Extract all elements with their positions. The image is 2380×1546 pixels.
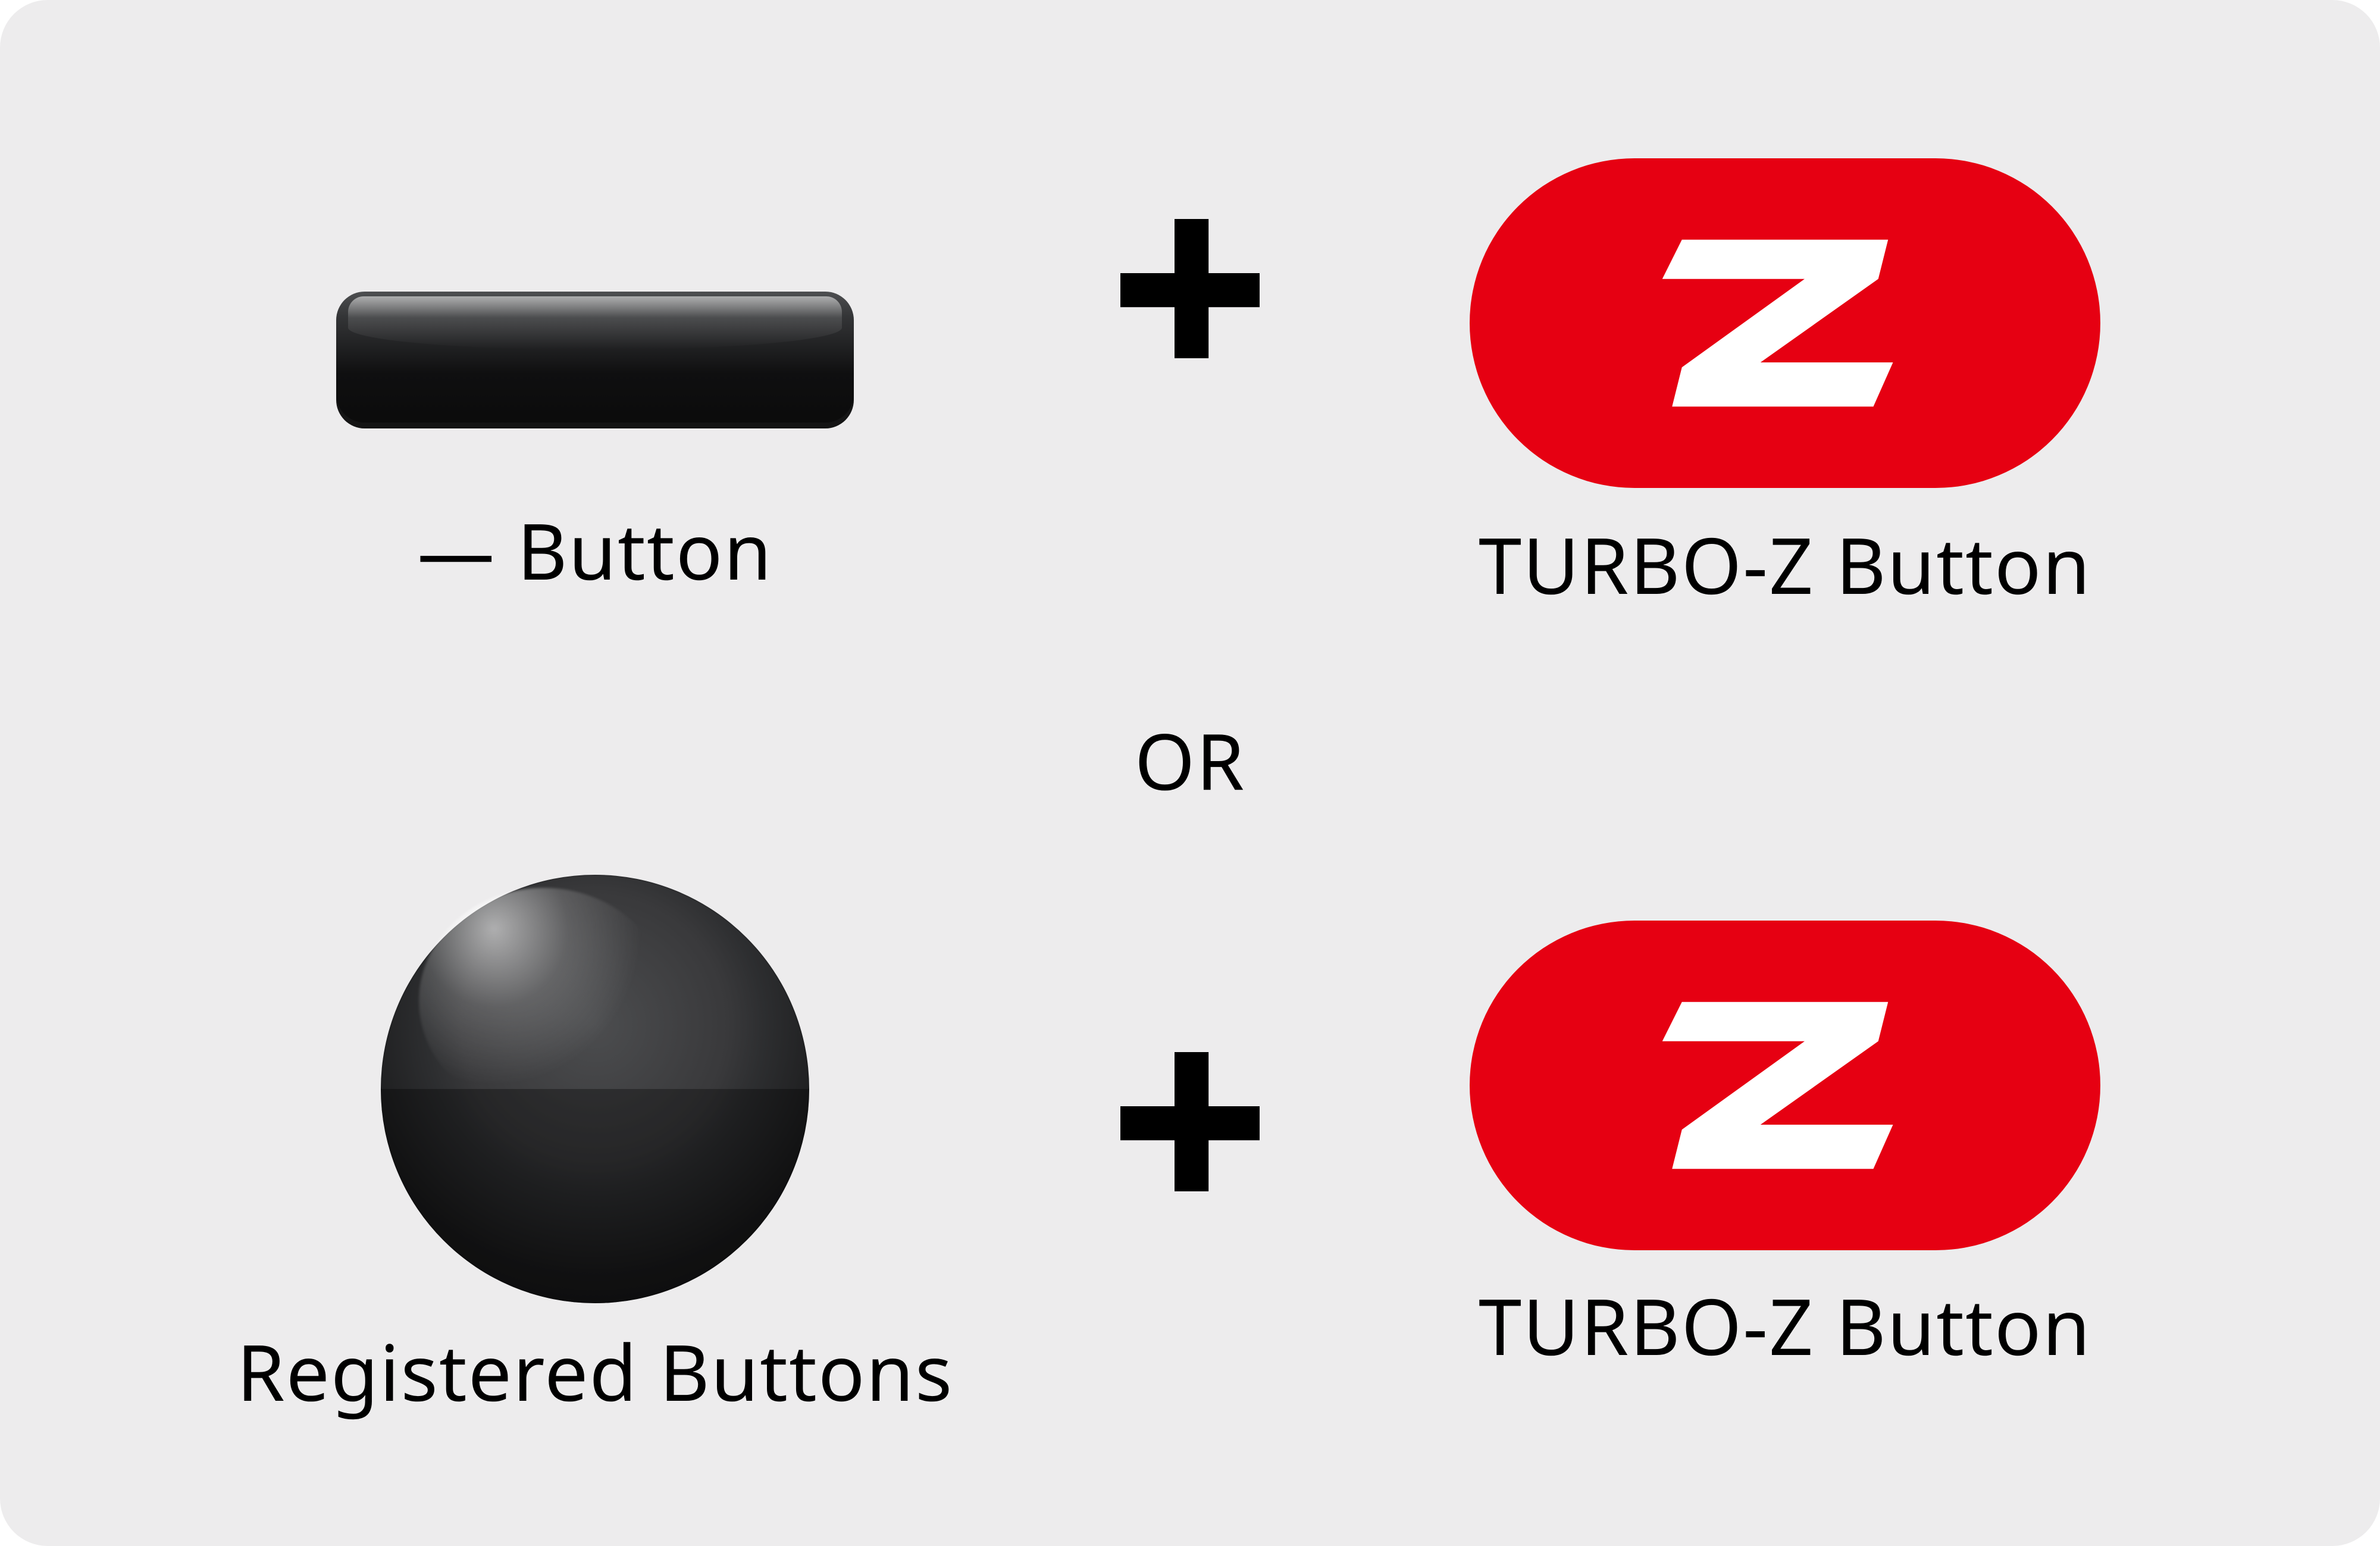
turbo-z-label-1: TURBO-Z Button xyxy=(1479,526,2091,603)
minus-button-gloss xyxy=(348,296,842,350)
turbo-z-cell-2: TURBO-Z Button xyxy=(1190,921,2380,1365)
round-button-icon xyxy=(381,875,809,1303)
turbo-z-label-2: TURBO-Z Button xyxy=(1479,1287,2091,1365)
or-separator: OR xyxy=(1135,708,1245,813)
turbo-z-cell-1: TURBO-Z Button xyxy=(1190,158,2380,603)
minus-button-label: — Button xyxy=(417,512,773,589)
registered-buttons-cell: Registered Buttons xyxy=(0,875,1190,1410)
combo-row-2: Registered Buttons TURBO-Z Button xyxy=(0,845,2380,1440)
plus-icon xyxy=(1113,211,1267,366)
registered-buttons-label: Registered Buttons xyxy=(237,1333,953,1410)
minus-button-icon xyxy=(336,292,854,428)
round-button-gloss xyxy=(419,888,669,1114)
plus-icon xyxy=(1113,1044,1267,1199)
instruction-card: — Button TURBO-Z Button OR xyxy=(0,0,2380,1546)
minus-button-cell: — Button xyxy=(0,173,1190,589)
turbo-z-button-icon xyxy=(1470,921,2100,1250)
turbo-z-wrap-2: TURBO-Z Button xyxy=(1470,921,2100,1365)
turbo-z-button-icon xyxy=(1470,158,2100,488)
combo-row-1: — Button TURBO-Z Button xyxy=(0,95,2380,666)
turbo-z-wrap-1: TURBO-Z Button xyxy=(1470,158,2100,603)
